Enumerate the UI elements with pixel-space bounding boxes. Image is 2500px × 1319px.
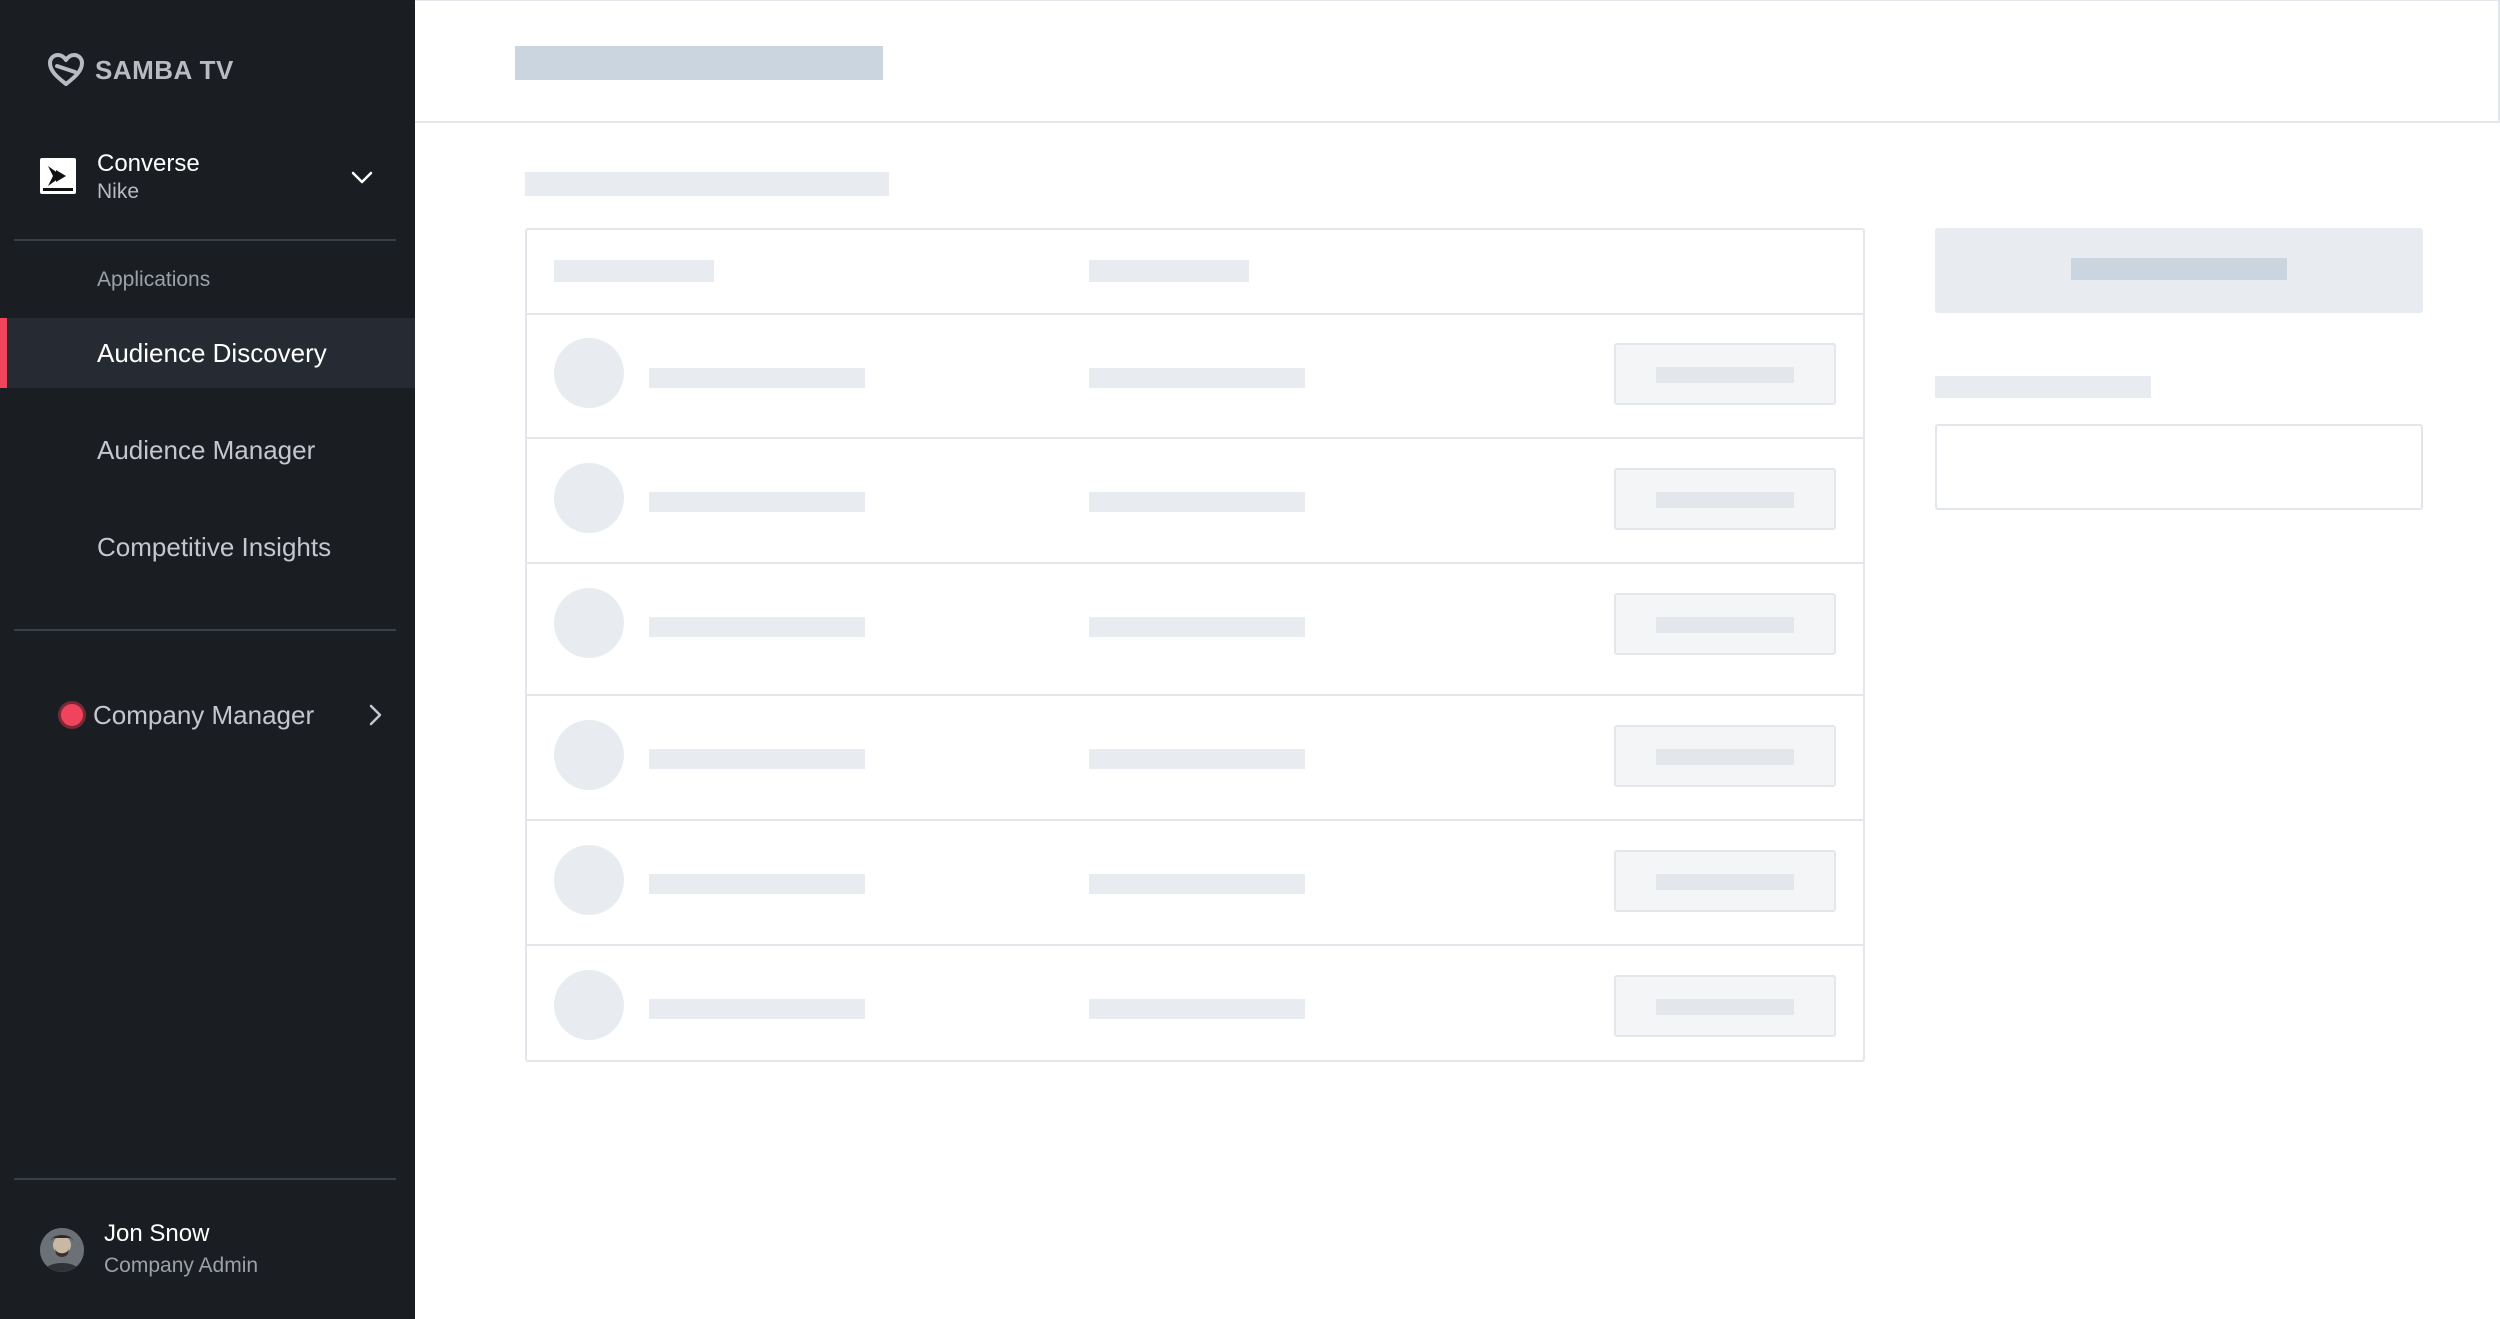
section-heading-skeleton [525, 172, 889, 196]
section-label-applications: Applications [97, 268, 211, 291]
sidebar-item-label: Competitive Insights [97, 531, 332, 562]
avatar-skeleton [554, 588, 624, 658]
avatar [40, 1228, 84, 1272]
column-header-skeleton [1089, 260, 1249, 282]
row-divider [527, 313, 1863, 315]
chevron-right-icon [369, 704, 382, 726]
top-header [415, 0, 2500, 123]
text-skeleton [649, 617, 865, 637]
sidebar-divider [14, 629, 396, 631]
sidebar-item-label: Company Manager [93, 699, 315, 730]
sidebar-item-audience-manager[interactable]: Audience Manager [0, 415, 415, 485]
text-skeleton [1089, 617, 1305, 637]
table-skeleton [525, 228, 1865, 1062]
converse-logo-icon [40, 158, 76, 194]
row-divider [527, 944, 1863, 946]
button-skeleton [1614, 850, 1836, 912]
field-label-skeleton [1935, 376, 2151, 398]
notification-dot [58, 701, 86, 729]
avatar-skeleton [554, 720, 624, 790]
logo-text: SAMBA TV [95, 54, 234, 85]
samba-tv-logo[interactable]: SAMBA TV [47, 52, 234, 88]
user-name: Jon Snow [104, 1220, 210, 1247]
text-skeleton [1089, 874, 1305, 894]
sidebar-item-label: Audience Manager [97, 434, 316, 465]
column-header-skeleton [554, 260, 714, 282]
text-skeleton [1089, 999, 1305, 1019]
button-skeleton [1614, 593, 1836, 655]
text-skeleton [649, 749, 865, 769]
user-profile[interactable]: Jon Snow Company Admin [40, 1218, 390, 1288]
avatar-skeleton [554, 970, 624, 1040]
sidebar-divider [14, 1178, 396, 1180]
text-skeleton [649, 492, 865, 512]
input-skeleton [1935, 424, 2423, 510]
chevron-down-icon[interactable] [349, 164, 375, 190]
avatar-skeleton [554, 845, 624, 915]
text-skeleton [1089, 749, 1305, 769]
text-skeleton [1089, 368, 1305, 388]
button-skeleton [1614, 468, 1836, 530]
sidebar: SAMBA TV Converse Nike Applications Audi… [0, 0, 415, 1319]
button-skeleton [1614, 725, 1836, 787]
text-skeleton [649, 874, 865, 894]
text-skeleton [649, 368, 865, 388]
row-divider [527, 437, 1863, 439]
row-divider [527, 694, 1863, 696]
sidebar-item-audience-discovery[interactable]: Audience Discovery [0, 318, 415, 388]
avatar-skeleton [554, 463, 624, 533]
row-divider [527, 562, 1863, 564]
page-title-skeleton [515, 46, 883, 80]
user-role: Company Admin [104, 1254, 259, 1277]
account-name: Converse [97, 150, 200, 177]
button-label-skeleton [2071, 258, 2287, 280]
samba-heart-icon [48, 53, 84, 86]
row-divider [527, 819, 1863, 821]
sidebar-item-label: Audience Discovery [97, 337, 327, 368]
sidebar-item-company-manager[interactable]: Company Manager [58, 692, 388, 738]
account-switcher[interactable]: Converse Nike [40, 150, 385, 210]
text-skeleton [649, 999, 865, 1019]
button-skeleton [1614, 343, 1836, 405]
action-button-skeleton [1935, 228, 2423, 313]
sidebar-divider [14, 239, 396, 241]
account-parent: Nike [97, 180, 140, 203]
text-skeleton [1089, 492, 1305, 512]
avatar-skeleton [554, 338, 624, 408]
button-skeleton [1614, 975, 1836, 1037]
sidebar-item-competitive-insights[interactable]: Competitive Insights [0, 512, 415, 582]
